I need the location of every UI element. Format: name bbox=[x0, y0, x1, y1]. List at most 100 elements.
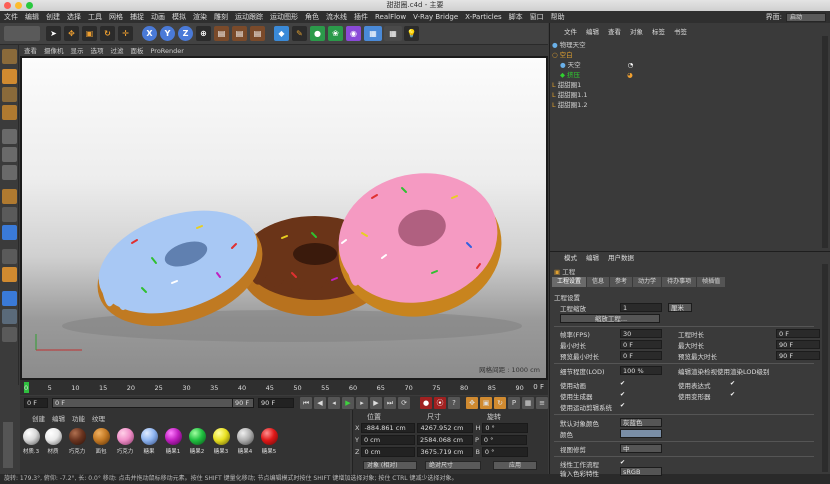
material-slot[interactable]: 糖果1 bbox=[164, 428, 182, 455]
render-settings-icon[interactable]: ▤ bbox=[250, 26, 265, 41]
object-row[interactable]: ● 物理天空 bbox=[552, 40, 820, 50]
use-expression-checkbox[interactable]: ✔ bbox=[730, 381, 736, 387]
viewport[interactable]: 网格间距 : 1000 cm bbox=[20, 56, 548, 380]
size-x-field[interactable]: 4267.952 cm bbox=[417, 423, 474, 433]
snap-icon[interactable] bbox=[2, 225, 17, 240]
scale-project-button[interactable]: 缩放工程... bbox=[560, 314, 660, 323]
viewport-menu-options[interactable]: 选项 bbox=[91, 46, 104, 56]
edges-mode-icon[interactable] bbox=[2, 147, 17, 162]
menu-render[interactable]: 渲染 bbox=[193, 12, 207, 22]
timeline-ruler[interactable]: 0 5 10 15 20 25 30 35 40 45 50 55 60 65 … bbox=[20, 380, 548, 395]
obj-menu-tags[interactable]: 标签 bbox=[652, 27, 665, 37]
material-menu-function[interactable]: 功能 bbox=[72, 413, 85, 423]
material-menu-texture[interactable]: 纹理 bbox=[92, 413, 105, 423]
apply-button[interactable]: 应用 bbox=[493, 461, 537, 470]
menu-create[interactable]: 创建 bbox=[46, 12, 60, 22]
array-icon[interactable]: ❀ bbox=[328, 26, 343, 41]
bend-deformer-icon[interactable]: ◉ bbox=[346, 26, 361, 41]
axis-mode-icon[interactable] bbox=[2, 189, 17, 204]
next-frame-icon[interactable]: ▸ bbox=[356, 397, 368, 409]
layout-select[interactable]: 启动 bbox=[786, 12, 826, 22]
viewport-menu-panel[interactable]: 面板 bbox=[131, 46, 144, 56]
menu-animate[interactable]: 动画 bbox=[151, 12, 165, 22]
material-slot[interactable]: 糖果5 bbox=[260, 428, 278, 455]
project-scale-unit[interactable]: 厘米 bbox=[668, 303, 692, 312]
use-deformers-checkbox[interactable]: ✔ bbox=[730, 392, 736, 398]
play-icon[interactable]: ▶ bbox=[342, 397, 354, 409]
material-slot[interactable]: 巧克力 bbox=[116, 428, 134, 455]
prev-frame-icon[interactable]: ◂ bbox=[328, 397, 340, 409]
menu-window[interactable]: 窗口 bbox=[530, 12, 544, 22]
menu-help[interactable]: 帮助 bbox=[551, 12, 565, 22]
view-clipping-select[interactable]: 中 bbox=[620, 444, 662, 453]
axis-z-button[interactable]: Z bbox=[178, 26, 193, 41]
menu-snap[interactable]: 捕捉 bbox=[130, 12, 144, 22]
goto-end-icon[interactable]: ⏭ bbox=[384, 397, 396, 409]
menu-x-particles[interactable]: X-Particles bbox=[465, 13, 501, 21]
color-swatch[interactable] bbox=[620, 429, 662, 438]
project-scale-field[interactable]: 1 bbox=[620, 303, 662, 312]
tab-dynamics[interactable]: 动力学 bbox=[633, 277, 662, 287]
tab-todo[interactable]: 待办事项 bbox=[662, 277, 697, 287]
position-x-field[interactable]: -884.861 cm bbox=[361, 423, 416, 433]
polygons-mode-icon[interactable] bbox=[2, 165, 17, 180]
pla-key-icon[interactable]: ▦ bbox=[522, 397, 534, 409]
position-y-field[interactable]: 0 cm bbox=[360, 435, 415, 445]
object-row[interactable]: ◆ 挤压 ◕ bbox=[552, 70, 820, 80]
linear-workflow-checkbox[interactable]: ✔ bbox=[620, 460, 626, 466]
render-picture-viewer-icon[interactable]: ▤ bbox=[232, 26, 247, 41]
lod-field[interactable]: 100 % bbox=[620, 366, 662, 375]
size-y-field[interactable]: 2584.068 cm bbox=[416, 435, 473, 445]
obj-menu-objects[interactable]: 对象 bbox=[630, 27, 643, 37]
rotation-h-field[interactable]: 0 ° bbox=[482, 423, 529, 433]
material-slot[interactable]: 糖果 bbox=[140, 428, 158, 455]
material-slot[interactable]: 材质 bbox=[44, 428, 62, 455]
menu-realflow[interactable]: RealFlow bbox=[375, 13, 406, 21]
obj-menu-file[interactable]: 文件 bbox=[564, 27, 577, 37]
menu-file[interactable]: 文件 bbox=[4, 12, 18, 22]
zoom-window-button[interactable] bbox=[26, 2, 33, 9]
preview-max-field[interactable]: 90 F bbox=[776, 351, 820, 360]
layers-icon[interactable] bbox=[2, 309, 17, 324]
tab-project-settings[interactable]: 工程设置 bbox=[552, 277, 587, 287]
workplane-icon[interactable] bbox=[2, 105, 17, 120]
menu-character[interactable]: 角色 bbox=[305, 12, 319, 22]
pen-spline-icon[interactable]: ✎ bbox=[292, 26, 307, 41]
menu-mesh[interactable]: 网格 bbox=[109, 12, 123, 22]
obj-menu-bookmarks[interactable]: 书签 bbox=[674, 27, 687, 37]
select-arrow-icon[interactable]: ➤ bbox=[46, 26, 61, 41]
rotation-p-field[interactable]: 0 ° bbox=[480, 435, 527, 445]
menu-script[interactable]: 脚本 bbox=[509, 12, 523, 22]
loop-icon[interactable]: ⟳ bbox=[398, 397, 410, 409]
autokey-icon[interactable]: ⦿ bbox=[434, 397, 446, 409]
size-z-field[interactable]: 3675.719 cm bbox=[417, 447, 474, 457]
attribute-manager-scrollbar[interactable] bbox=[822, 264, 828, 472]
max-time-field[interactable]: 90 F bbox=[776, 340, 820, 349]
close-window-button[interactable] bbox=[4, 2, 11, 9]
material-slot[interactable]: 糖果4 bbox=[236, 428, 254, 455]
obj-menu-edit[interactable]: 编辑 bbox=[586, 27, 599, 37]
grid-icon[interactable] bbox=[2, 327, 17, 342]
menu-motion-tracking[interactable]: 运动跟踪 bbox=[235, 12, 263, 22]
object-manager-scrollbar[interactable] bbox=[822, 36, 828, 248]
move-icon[interactable]: ✥ bbox=[64, 26, 79, 41]
position-key-icon[interactable]: ✥ bbox=[466, 397, 478, 409]
menu-edit[interactable]: 编辑 bbox=[25, 12, 39, 22]
tab-info[interactable]: 信息 bbox=[587, 277, 610, 287]
coordinate-system-icon[interactable]: ⊕ bbox=[196, 26, 211, 41]
goto-start-icon[interactable]: ⏮ bbox=[300, 397, 312, 409]
material-menu-create[interactable]: 创建 bbox=[32, 413, 45, 423]
position-z-field[interactable]: 0 cm bbox=[361, 447, 416, 457]
object-row[interactable]: ● 天空 ◔ bbox=[552, 60, 820, 70]
attr-menu-edit[interactable]: 编辑 bbox=[586, 253, 599, 263]
material-slot[interactable]: 糖果3 bbox=[212, 428, 230, 455]
menu-pipeline[interactable]: 流水线 bbox=[326, 12, 347, 22]
key-selection-icon[interactable]: ? bbox=[448, 397, 460, 409]
scale-key-icon[interactable]: ▣ bbox=[480, 397, 492, 409]
preview-min-field[interactable]: 0 F bbox=[620, 351, 662, 360]
prev-key-icon[interactable]: ◀ bbox=[314, 397, 326, 409]
render-scene[interactable]: 网格间距 : 1000 cm bbox=[22, 58, 546, 378]
timeline-settings-icon[interactable]: ≡ bbox=[536, 397, 548, 409]
viewport-menu-view[interactable]: 查看 bbox=[24, 46, 37, 56]
scale-icon[interactable]: ▣ bbox=[82, 26, 97, 41]
